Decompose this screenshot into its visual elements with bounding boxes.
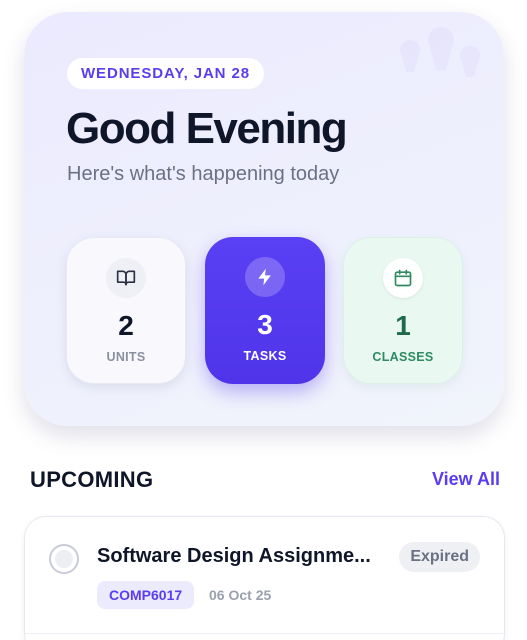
stat-classes-label: CLASSES (372, 350, 434, 364)
lightning-icon (245, 257, 285, 297)
view-all-link[interactable]: View All (432, 469, 500, 490)
greeting-subtitle: Here's what's happening today (67, 163, 340, 185)
greeting-card: WEDNESDAY, JAN 28 Good Evening Here's wh… (24, 12, 504, 426)
upcoming-task-item[interactable]: Software Design Assignme... Expired COMP… (24, 516, 505, 640)
dashboard-page: WEDNESDAY, JAN 28 Good Evening Here's wh… (0, 0, 527, 640)
task-complete-checkbox[interactable] (49, 544, 79, 574)
stat-tasks-card[interactable]: 3 TASKS (205, 237, 325, 384)
task-title: Software Design Assignme... (97, 545, 371, 567)
status-badge: Expired (399, 542, 480, 572)
card-divider (25, 633, 504, 634)
stat-tasks-value: 3 (257, 309, 273, 340)
course-code-chip: COMP6017 (97, 581, 195, 609)
task-due-date: 06 Oct 25 (209, 587, 272, 603)
stat-units-label: UNITS (106, 350, 146, 364)
stat-units-card[interactable]: 2 UNITS (66, 237, 186, 384)
stat-classes-card[interactable]: 1 CLASSES (343, 237, 463, 384)
stat-units-value: 2 (118, 310, 134, 341)
stat-classes-value: 1 (395, 310, 411, 341)
book-icon (106, 258, 146, 298)
upcoming-heading: UPCOMING (30, 467, 154, 492)
calendar-icon (383, 258, 423, 298)
date-badge: WEDNESDAY, JAN 28 (67, 58, 264, 89)
greeting-heading: Good Evening (66, 104, 348, 153)
checkbox-dot (55, 550, 73, 568)
decorative-shapes-icon (400, 27, 480, 77)
stat-tasks-label: TASKS (243, 349, 287, 363)
